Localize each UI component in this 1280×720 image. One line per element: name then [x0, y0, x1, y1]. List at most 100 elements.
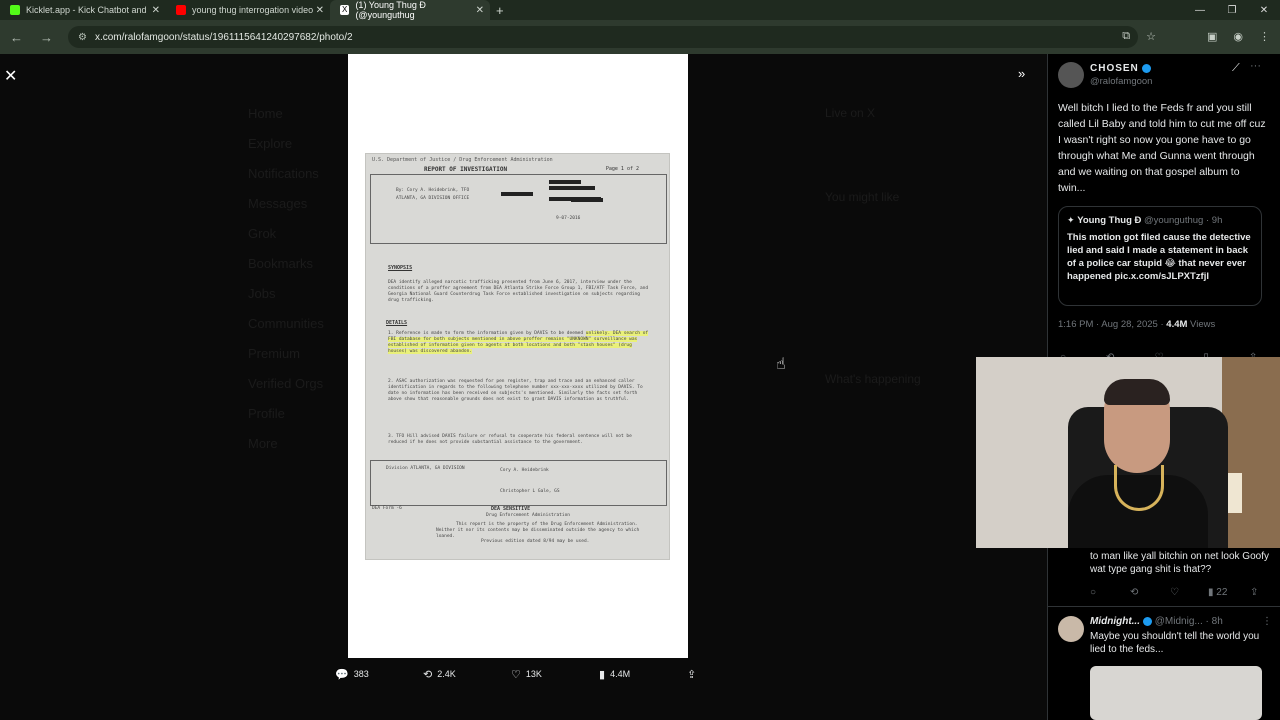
- reply-author[interactable]: Midnight...: [1090, 616, 1140, 627]
- doc-office: ATLANTA, GA DIVISION OFFICE: [396, 196, 470, 201]
- more-icon[interactable]: ···: [1250, 60, 1261, 72]
- extensions-icon[interactable]: ▣: [1207, 30, 1217, 43]
- tab-x[interactable]: X (1) Young Thug Đ (@younguthug ✕: [330, 0, 490, 20]
- reply-handle[interactable]: @Midnig...: [1155, 616, 1203, 627]
- quote-author: Young Thug Đ: [1077, 215, 1142, 226]
- author-name[interactable]: CHOSEN: [1090, 63, 1151, 74]
- reply-header: Midnight... @Midnig... · 8h: [1090, 616, 1223, 627]
- doc-signed: Cory A. Heidebrink: [500, 468, 549, 473]
- tab-youtube[interactable]: young thug interrogation video ✕: [166, 0, 330, 20]
- install-app-icon[interactable]: ⧉: [1122, 30, 1130, 43]
- reply-views-count: 22: [1216, 587, 1228, 598]
- close-tab-icon[interactable]: ✕: [316, 5, 324, 16]
- doc-date: 9-07-2016: [556, 216, 581, 221]
- doc-approved: Christopher L Gale, GS: [500, 489, 560, 494]
- webcam-overlay: [976, 357, 1280, 548]
- doc-synopsis: DEA identify alleged narcotic traffickin…: [388, 280, 649, 303]
- redaction: [571, 198, 603, 202]
- tweet-text: Well bitch I lied to the Feds fr and you…: [1058, 102, 1266, 194]
- url-input[interactable]: ⚙ x.com/ralofamgoon/status/1961115641240…: [68, 26, 1138, 48]
- views-count: 4.4M: [610, 669, 631, 679]
- minimize-icon[interactable]: —: [1184, 5, 1216, 16]
- share-button[interactable]: ⇪: [687, 668, 701, 681]
- tab-label: Kicklet.app - Kick Chatbot and: [26, 5, 147, 15]
- close-tab-icon[interactable]: ✕: [476, 5, 484, 16]
- like-button[interactable]: ♡ 13K: [511, 668, 542, 681]
- share-icon[interactable]: ⇪: [1250, 587, 1258, 598]
- repost-icon: ⟲: [423, 668, 433, 681]
- heart-icon[interactable]: ♡: [1170, 587, 1179, 598]
- document-image: U.S. Department of Justice / Drug Enforc…: [365, 153, 670, 560]
- browser-tab-bar: Kicklet.app - Kick Chatbot and ✕ young t…: [0, 0, 1280, 20]
- share-icon: ⇪: [687, 668, 697, 681]
- reply-text: Maybe you shouldn't tell the world you l…: [1090, 631, 1260, 655]
- redaction: [549, 186, 595, 190]
- expand-panel-icon[interactable]: »: [1018, 66, 1025, 81]
- more-icon[interactable]: ⋮: [1262, 616, 1272, 627]
- close-tab-icon[interactable]: ✕: [152, 5, 160, 16]
- tweet-views-label: Views: [1190, 319, 1216, 330]
- redaction: [549, 180, 581, 184]
- quote-tweet[interactable]: ✦ Young Thug Đ @younguthug · 9h This mot…: [1058, 206, 1262, 306]
- site-info-icon[interactable]: ⚙: [78, 32, 87, 43]
- post-photo[interactable]: U.S. Department of Justice / Drug Enforc…: [348, 54, 688, 658]
- menu-icon[interactable]: ⋮: [1259, 30, 1270, 43]
- tweet-timestamp[interactable]: 1:16 PM · Aug 28, 2025: [1058, 319, 1158, 330]
- avatar[interactable]: [1058, 616, 1084, 642]
- doc-header: U.S. Department of Justice / Drug Enforc…: [372, 157, 553, 163]
- repost-count: 2.4K: [437, 669, 456, 679]
- doc-details-head: DETAILS: [386, 320, 408, 326]
- author-handle[interactable]: @ralofamgoon: [1090, 76, 1152, 87]
- reply-icon[interactable]: ○: [1090, 587, 1096, 598]
- doc-form: DEA Form -6: [372, 506, 402, 511]
- close-window-icon[interactable]: ✕: [1248, 5, 1280, 16]
- grok-icon[interactable]: ⟋: [1232, 62, 1240, 75]
- doc-header-box: [370, 174, 667, 244]
- quote-avatar-icon: ✦: [1067, 215, 1075, 225]
- quote-text: This motion got filed cause the detectiv…: [1067, 232, 1251, 282]
- tab-label: (1) Young Thug Đ (@younguthug: [355, 0, 426, 20]
- back-icon[interactable]: ←: [10, 30, 30, 45]
- repost-button[interactable]: ⟲ 2.4K: [423, 668, 456, 681]
- reply-time: 8h: [1211, 616, 1223, 627]
- reply-media-thumbnail[interactable]: [1090, 666, 1262, 720]
- close-icon[interactable]: ✕: [4, 66, 17, 86]
- maximize-icon[interactable]: ❐: [1216, 5, 1248, 16]
- profile-icon[interactable]: ◉: [1233, 30, 1243, 43]
- photo-action-bar: 💬 383 ⟲ 2.4K ♡ 13K ▮ 4.4M ⇪: [335, 666, 705, 682]
- views-button[interactable]: ▮ 4.4M: [599, 668, 630, 681]
- kicklet-favicon-icon: [10, 5, 20, 15]
- reply-count: 383: [353, 669, 369, 679]
- reply-icon: 💬: [335, 668, 349, 681]
- reply-time-sep: ·: [1205, 616, 1209, 627]
- doc-synopsis-head: SYNOPSIS: [388, 265, 413, 271]
- browser-toolbar: ▣ ◉ ⋮: [1207, 30, 1270, 43]
- views-icon: ▮: [599, 668, 606, 681]
- new-tab-icon[interactable]: +: [496, 3, 504, 18]
- quote-handle: @younguthug: [1144, 215, 1204, 226]
- bookmark-star-icon[interactable]: ☆: [1146, 30, 1156, 43]
- reply-views[interactable]: ▮ 22: [1208, 587, 1227, 598]
- verified-icon: [1143, 616, 1152, 626]
- webcam-person-hair: [1104, 379, 1170, 405]
- omnibox-actions: ⧉ ☆: [1122, 30, 1156, 43]
- address-bar-row: ← → ↻ ⚙ x.com/ralofamgoon/status/1961115…: [0, 20, 1280, 54]
- avatar[interactable]: [1058, 62, 1084, 88]
- quote-header: ✦ Young Thug Đ @younguthug · 9h: [1067, 215, 1222, 226]
- doc-by: By: Cory A. Heidebrink, TFO: [396, 188, 470, 193]
- background-sidebar: Live on X You might like What's happening: [825, 106, 921, 386]
- youtube-favicon-icon: [176, 5, 186, 15]
- tab-kicklet[interactable]: Kicklet.app - Kick Chatbot and ✕: [0, 0, 166, 20]
- reply-button[interactable]: 💬 383: [335, 668, 369, 681]
- repost-icon[interactable]: ⟲: [1130, 587, 1138, 598]
- quote-time-sep: ·: [1205, 215, 1210, 226]
- forward-icon[interactable]: →: [40, 30, 60, 45]
- reply-text: to man like yall bitchin on net look Goo…: [1090, 551, 1269, 575]
- divider: [1048, 606, 1280, 607]
- doc-p1a: 1. Reference is made to form the informa…: [388, 331, 584, 336]
- doc-paragraph-1: 1. Reference is made to form the informa…: [388, 331, 653, 355]
- doc-sensitive-sub: Drug Enforcement Administration: [486, 513, 570, 518]
- doc-sensitive: DEA SENSITIVE: [491, 506, 531, 512]
- author-name-text: CHOSEN: [1090, 63, 1139, 74]
- doc-paragraph-2: 2. ASAC authorization was requested for …: [388, 379, 643, 402]
